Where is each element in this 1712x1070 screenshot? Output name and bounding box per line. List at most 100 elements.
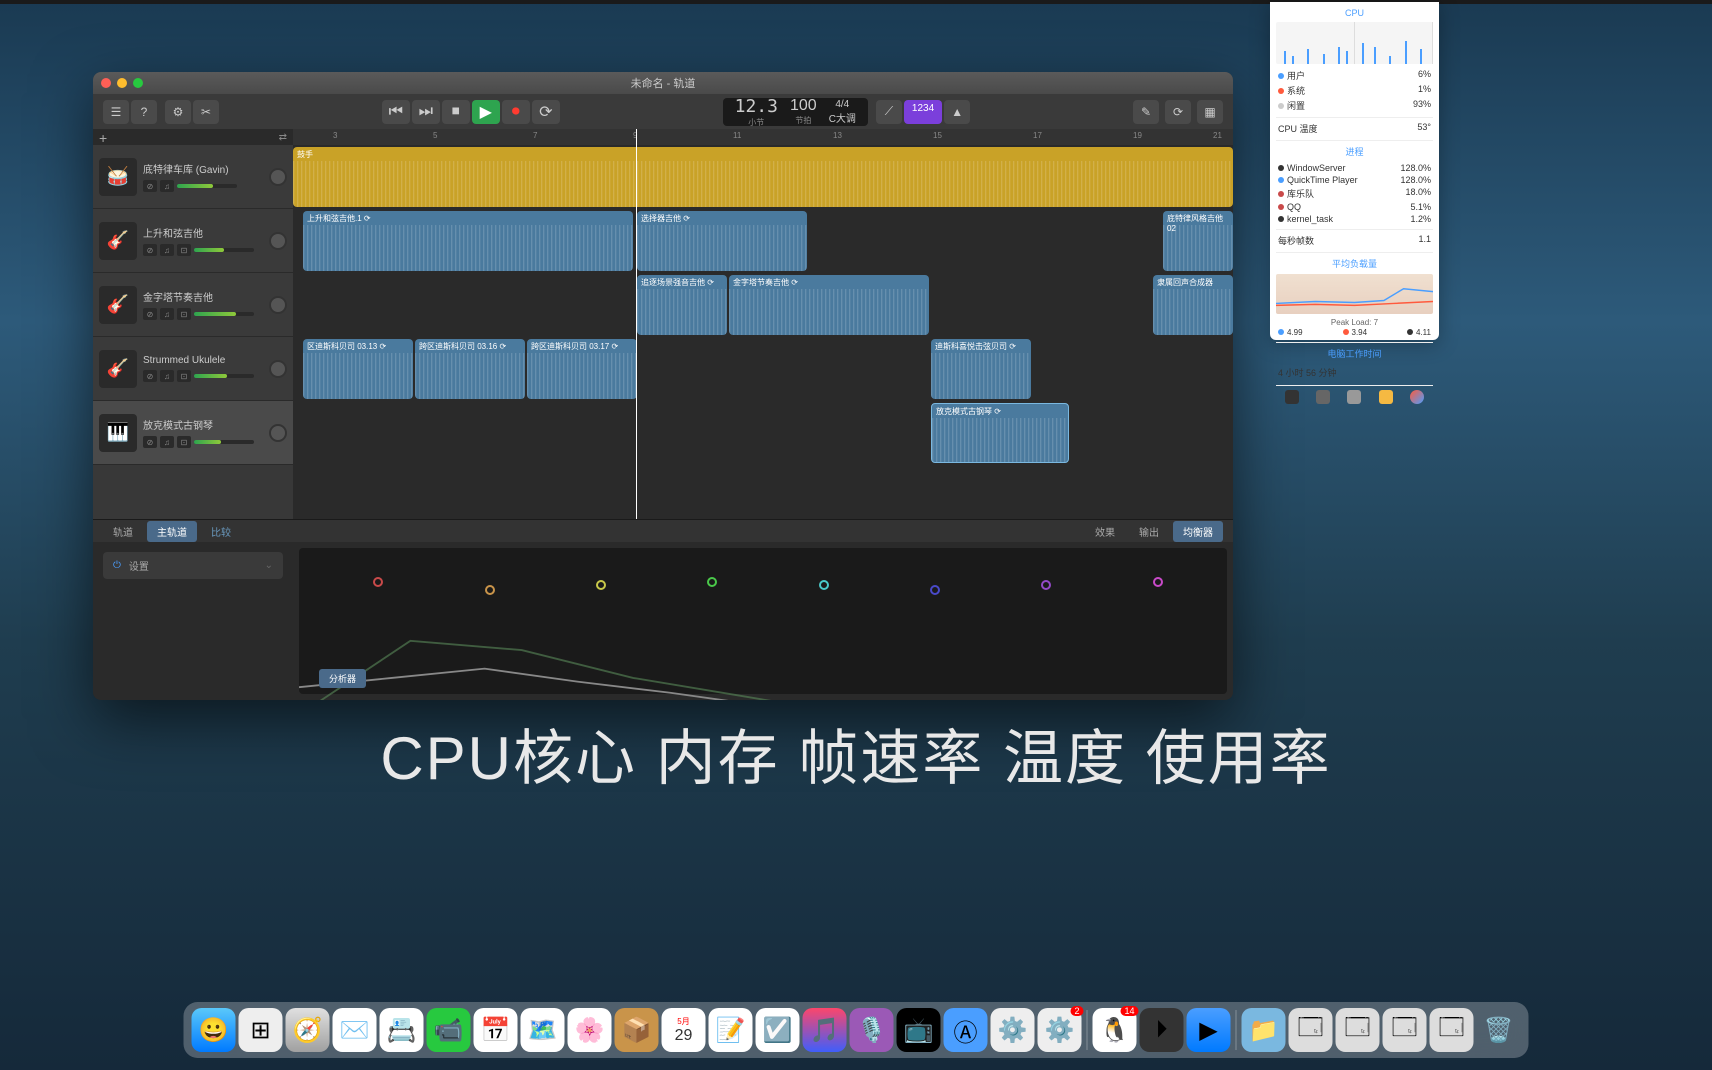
pan-knob[interactable]	[269, 296, 287, 314]
dock-safari[interactable]: 🧭	[286, 1008, 330, 1052]
mute-button[interactable]: ⊘	[143, 436, 157, 448]
volume-slider[interactable]	[194, 440, 254, 444]
dock-calendar2[interactable]: 5月29	[662, 1008, 706, 1052]
eq-node-8[interactable]	[1153, 577, 1163, 587]
pan-knob[interactable]	[269, 168, 287, 186]
close-button[interactable]	[101, 78, 111, 88]
solo-button[interactable]: ♫	[160, 244, 174, 256]
metronome-button[interactable]: ▲	[944, 100, 970, 124]
playhead[interactable]	[636, 129, 637, 519]
eq-node-5[interactable]	[819, 580, 829, 590]
tab-compare[interactable]: 比较	[201, 521, 241, 542]
track-guitar1[interactable]: 🎸 上升和弦吉他 ⊘ ♫ ⊡	[93, 209, 293, 273]
dock-photos[interactable]: 🌸	[568, 1008, 612, 1052]
lock-button[interactable]: ⊡	[177, 370, 191, 382]
mute-button[interactable]: ⊘	[143, 244, 157, 256]
dock-maps[interactable]: 🗺️	[521, 1008, 565, 1052]
dock-mail[interactable]: ✉️	[333, 1008, 377, 1052]
dock-window3[interactable]: 🗔	[1383, 1008, 1427, 1052]
volume-slider[interactable]	[177, 184, 237, 188]
dock-quicktime2[interactable]: ▶	[1187, 1008, 1231, 1052]
dock-qq[interactable]: 🐧14	[1093, 1008, 1137, 1052]
dock-tv[interactable]: 📺	[897, 1008, 941, 1052]
lock-button[interactable]: ⊡	[177, 308, 191, 320]
eq-setting-dropdown[interactable]: ⏻ 设置 ⌄	[103, 552, 283, 579]
eq-node-2[interactable]	[485, 585, 495, 595]
dock-window1[interactable]: 🗔	[1289, 1008, 1333, 1052]
dock-window4[interactable]: 🗔	[1430, 1008, 1474, 1052]
loop-button[interactable]: ⟳	[1165, 100, 1191, 124]
pan-knob[interactable]	[269, 232, 287, 250]
power-icon[interactable]: ⏻	[113, 560, 121, 571]
pan-knob[interactable]	[269, 424, 287, 442]
mute-button[interactable]: ⊘	[143, 180, 157, 192]
track-piano[interactable]: 🎹 放克模式古钢琴 ⊘ ♫ ⊡	[93, 401, 293, 465]
region-guitar1c[interactable]: 底特律风格吉他 02	[1163, 211, 1233, 271]
analyzer-button[interactable]: 分析器	[319, 669, 366, 688]
lock-button[interactable]: ⊡	[177, 436, 191, 448]
dock-appstore[interactable]: Ⓐ	[944, 1008, 988, 1052]
monitor-icon-1[interactable]	[1285, 390, 1299, 404]
dock-finder[interactable]: 😀	[192, 1008, 236, 1052]
dock-app-badge[interactable]: ⚙️2	[1038, 1008, 1082, 1052]
timeline[interactable]: 3 5 7 9 11 13 15 17 19 21 鼓手 上升和弦吉他.1 ⟳ …	[293, 129, 1233, 519]
scissors-button[interactable]: ✂	[193, 100, 219, 124]
dock-calendar[interactable]: 📅	[474, 1008, 518, 1052]
tab-effect[interactable]: 效果	[1085, 521, 1125, 542]
count-in-button[interactable]: 1234	[904, 100, 942, 124]
dock-quicktime[interactable]: ⏵	[1140, 1008, 1184, 1052]
tuner-button[interactable]: ⟋	[876, 100, 902, 124]
region-guitar2a[interactable]: 追逐场景强音吉他 ⟳	[637, 275, 727, 335]
monitor-icon-4[interactable]	[1379, 390, 1393, 404]
cycle-button[interactable]: ⟳	[532, 100, 560, 124]
monitor-icon-2[interactable]	[1316, 390, 1330, 404]
region-uke1[interactable]: 区迪斯科贝司 03.13 ⟳	[303, 339, 413, 399]
region-guitar2b[interactable]: 金字塔节奏吉他 ⟳	[729, 275, 929, 335]
mute-button[interactable]: ⊘	[143, 308, 157, 320]
tab-eq[interactable]: 均衡器	[1173, 521, 1223, 542]
track-drums[interactable]: 🥁 底特律车库 (Gavin) ⊘ ♫	[93, 145, 293, 209]
library-button[interactable]: ☰	[103, 100, 129, 124]
track-guitar2[interactable]: 🎸 金字塔节奏吉他 ⊘ ♫ ⊡	[93, 273, 293, 337]
dock-folder[interactable]: 📁	[1242, 1008, 1286, 1052]
dock-trash[interactable]: 🗑️	[1477, 1008, 1521, 1052]
track-ukulele[interactable]: 🎸 Strummed Ukulele ⊘ ♫ ⊡	[93, 337, 293, 401]
solo-button[interactable]: ♫	[160, 180, 174, 192]
lcd-display[interactable]: 12.3 小节 100 节拍 4/4 C大调	[723, 98, 868, 126]
eq-node-3[interactable]	[596, 580, 606, 590]
ruler[interactable]: 3 5 7 9 11 13 15 17 19 21	[293, 129, 1233, 145]
note-button[interactable]: ✎	[1133, 100, 1159, 124]
tab-main-track[interactable]: 主轨道	[147, 521, 197, 542]
dock-facetime[interactable]: 📹	[427, 1008, 471, 1052]
dock-notes[interactable]: 📝	[709, 1008, 753, 1052]
region-uke4[interactable]: 迪斯科喜悦击弦贝司 ⟳	[931, 339, 1031, 399]
region-uke3[interactable]: 跨区迪斯科贝司 03.17 ⟳	[527, 339, 637, 399]
titlebar[interactable]: 未命名 - 轨道	[93, 72, 1233, 94]
mute-button[interactable]: ⊘	[143, 370, 157, 382]
help-button[interactable]: ?	[131, 100, 157, 124]
zoom-button[interactable]	[133, 78, 143, 88]
volume-slider[interactable]	[194, 312, 254, 316]
eq-node-6[interactable]	[930, 585, 940, 595]
forward-button[interactable]: ⏭	[412, 100, 440, 124]
dock-music[interactable]: 🎵	[803, 1008, 847, 1052]
minimize-button[interactable]	[117, 78, 127, 88]
dock-reminders[interactable]: ☑️	[756, 1008, 800, 1052]
dock-app1[interactable]: 📦	[615, 1008, 659, 1052]
tab-track[interactable]: 轨道	[103, 521, 143, 542]
region-drums[interactable]: 鼓手	[293, 147, 1233, 207]
eq-graph[interactable]: 分析器	[299, 548, 1227, 694]
region-guitar2c[interactable]: 隶属回声合成器	[1153, 275, 1233, 335]
solo-button[interactable]: ♫	[160, 308, 174, 320]
pan-knob[interactable]	[269, 360, 287, 378]
play-button[interactable]: ▶	[472, 100, 500, 124]
stop-button[interactable]: ⏹	[442, 100, 470, 124]
add-track-button[interactable]: +	[99, 130, 113, 144]
region-piano[interactable]: 放克模式古钢琴 ⟳	[931, 403, 1069, 463]
monitor-icon-5[interactable]	[1410, 390, 1424, 404]
solo-button[interactable]: ♫	[160, 436, 174, 448]
monitor-icon-3[interactable]	[1347, 390, 1361, 404]
solo-button[interactable]: ♫	[160, 370, 174, 382]
dock-podcasts[interactable]: 🎙️	[850, 1008, 894, 1052]
media-button[interactable]: ▦	[1197, 100, 1223, 124]
